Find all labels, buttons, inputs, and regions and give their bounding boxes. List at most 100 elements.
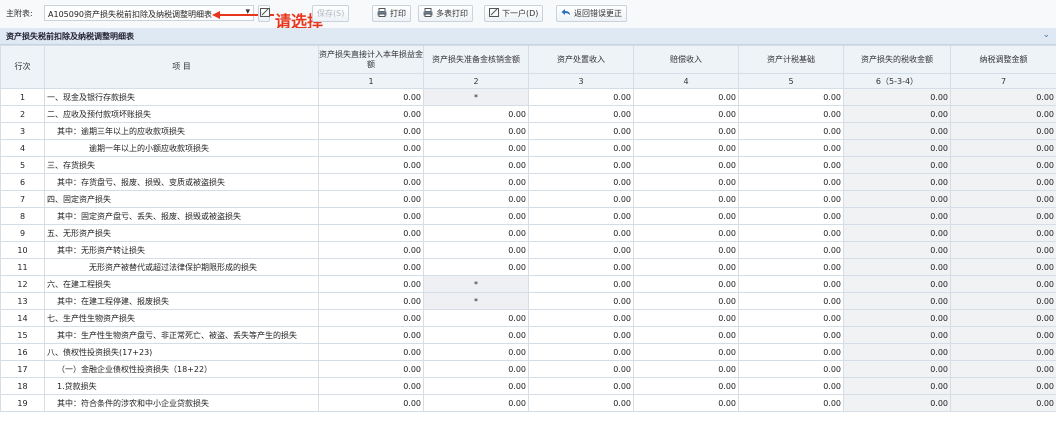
cell-col-1[interactable]: 0.00 [318,360,424,378]
cell-col-4[interactable]: 0.00 [633,377,739,395]
cell-col-5[interactable]: 0.00 [738,88,844,106]
cell-col-1[interactable]: 0.00 [318,394,424,412]
cell-col-1[interactable]: 0.00 [318,309,424,327]
cell-col-4[interactable]: 0.00 [633,292,739,310]
cell-col-4[interactable]: 0.00 [633,275,739,293]
cell-col-5[interactable]: 0.00 [738,173,844,191]
cell-col-3[interactable]: 0.00 [528,326,634,344]
cell-col-4[interactable]: 0.00 [633,224,739,242]
cell-col-5[interactable]: 0.00 [738,139,844,157]
cell-col-2[interactable]: 0.00 [423,394,529,412]
cell-col-4[interactable]: 0.00 [633,258,739,276]
cell-col-5[interactable]: 0.00 [738,377,844,395]
cell-col-4[interactable]: 0.00 [633,309,739,327]
cell-col-3[interactable]: 0.00 [528,88,634,106]
cell-col-3[interactable]: 0.00 [528,343,634,361]
cell-col-3[interactable]: 0.00 [528,139,634,157]
cell-col-1[interactable]: 0.00 [318,207,424,225]
chevron-down-icon[interactable]: ⌄ [1042,30,1050,40]
cell-col-3[interactable]: 0.00 [528,360,634,378]
cell-col-5[interactable]: 0.00 [738,309,844,327]
cell-col-4[interactable]: 0.00 [633,326,739,344]
cell-col-2[interactable]: 0.00 [423,224,529,242]
cell-col-5[interactable]: 0.00 [738,275,844,293]
cell-col-3[interactable]: 0.00 [528,241,634,259]
cell-col-1[interactable]: 0.00 [318,173,424,191]
cell-col-1[interactable]: 0.00 [318,343,424,361]
cell-col-4[interactable]: 0.00 [633,173,739,191]
cell-col-4[interactable]: 0.00 [633,343,739,361]
cell-col-3[interactable]: 0.00 [528,156,634,174]
cell-col-3[interactable]: 0.00 [528,292,634,310]
edit-icon-button[interactable] [258,5,270,22]
cell-col-1[interactable]: 0.00 [318,326,424,344]
cell-col-1[interactable]: 0.00 [318,190,424,208]
multi-print-button[interactable]: 多表打印 [418,5,473,22]
cell-col-3[interactable]: 0.00 [528,275,634,293]
cell-col-4[interactable]: 0.00 [633,394,739,412]
cell-col-5[interactable]: 0.00 [738,156,844,174]
cell-col-2[interactable]: 0.00 [423,105,529,123]
cell-col-3[interactable]: 0.00 [528,258,634,276]
cell-col-5[interactable]: 0.00 [738,394,844,412]
cell-col-3[interactable]: 0.00 [528,309,634,327]
save-button[interactable]: 保存(S) [312,5,350,22]
cell-col-5[interactable]: 0.00 [738,105,844,123]
return-error-correction-button[interactable]: 返回错误更正 [556,5,627,22]
cell-col-4[interactable]: 0.00 [633,241,739,259]
cell-col-4[interactable]: 0.00 [633,207,739,225]
cell-col-5[interactable]: 0.00 [738,207,844,225]
cell-col-1[interactable]: 0.00 [318,122,424,140]
cell-col-3[interactable]: 0.00 [528,190,634,208]
table-row: 2 二、应收及预付款项坏账损失 0.00 0.00 0.00 0.00 0.00 0.00 0.… [0,105,1056,123]
cell-col-5[interactable]: 0.00 [738,343,844,361]
cell-col-1[interactable]: 0.00 [318,105,424,123]
cell-col-2[interactable]: 0.00 [423,173,529,191]
next-household-button[interactable]: 下一户(D) [484,5,544,22]
cell-col-4[interactable]: 0.00 [633,139,739,157]
cell-col-2[interactable]: 0.00 [423,377,529,395]
print-button[interactable]: 打印 [372,5,411,22]
cell-col-4[interactable]: 0.00 [633,122,739,140]
cell-col-3[interactable]: 0.00 [528,173,634,191]
cell-col-3[interactable]: 0.00 [528,105,634,123]
cell-col-1[interactable]: 0.00 [318,139,424,157]
cell-col-3[interactable]: 0.00 [528,207,634,225]
cell-col-3[interactable]: 0.00 [528,224,634,242]
cell-col-4[interactable]: 0.00 [633,190,739,208]
cell-col-2[interactable]: 0.00 [423,343,529,361]
cell-col-3[interactable]: 0.00 [528,394,634,412]
cell-col-2[interactable]: 0.00 [423,139,529,157]
cell-col-1[interactable]: 0.00 [318,224,424,242]
cell-col-2[interactable]: 0.00 [423,190,529,208]
cell-col-4[interactable]: 0.00 [633,88,739,106]
cell-col-2[interactable]: 0.00 [423,309,529,327]
cell-col-5[interactable]: 0.00 [738,326,844,344]
cell-col-2[interactable]: 0.00 [423,326,529,344]
cell-col-1[interactable]: 0.00 [318,241,424,259]
cell-col-2[interactable]: 0.00 [423,258,529,276]
cell-col-1[interactable]: 0.00 [318,156,424,174]
cell-col-5[interactable]: 0.00 [738,292,844,310]
cell-col-4[interactable]: 0.00 [633,360,739,378]
cell-col-4[interactable]: 0.00 [633,105,739,123]
cell-col-2[interactable]: 0.00 [423,360,529,378]
cell-col-5[interactable]: 0.00 [738,224,844,242]
cell-col-4[interactable]: 0.00 [633,156,739,174]
cell-col-1[interactable]: 0.00 [318,88,424,106]
cell-col-5[interactable]: 0.00 [738,360,844,378]
cell-col-5[interactable]: 0.00 [738,190,844,208]
cell-col-5[interactable]: 0.00 [738,122,844,140]
cell-col-1[interactable]: 0.00 [318,292,424,310]
cell-col-2[interactable]: 0.00 [423,122,529,140]
cell-col-1[interactable]: 0.00 [318,258,424,276]
cell-col-2[interactable]: 0.00 [423,241,529,259]
cell-col-2[interactable]: 0.00 [423,156,529,174]
cell-col-1[interactable]: 0.00 [318,377,424,395]
cell-col-3[interactable]: 0.00 [528,377,634,395]
cell-col-3[interactable]: 0.00 [528,122,634,140]
cell-col-2[interactable]: 0.00 [423,207,529,225]
cell-col-5[interactable]: 0.00 [738,258,844,276]
cell-col-1[interactable]: 0.00 [318,275,424,293]
cell-col-5[interactable]: 0.00 [738,241,844,259]
